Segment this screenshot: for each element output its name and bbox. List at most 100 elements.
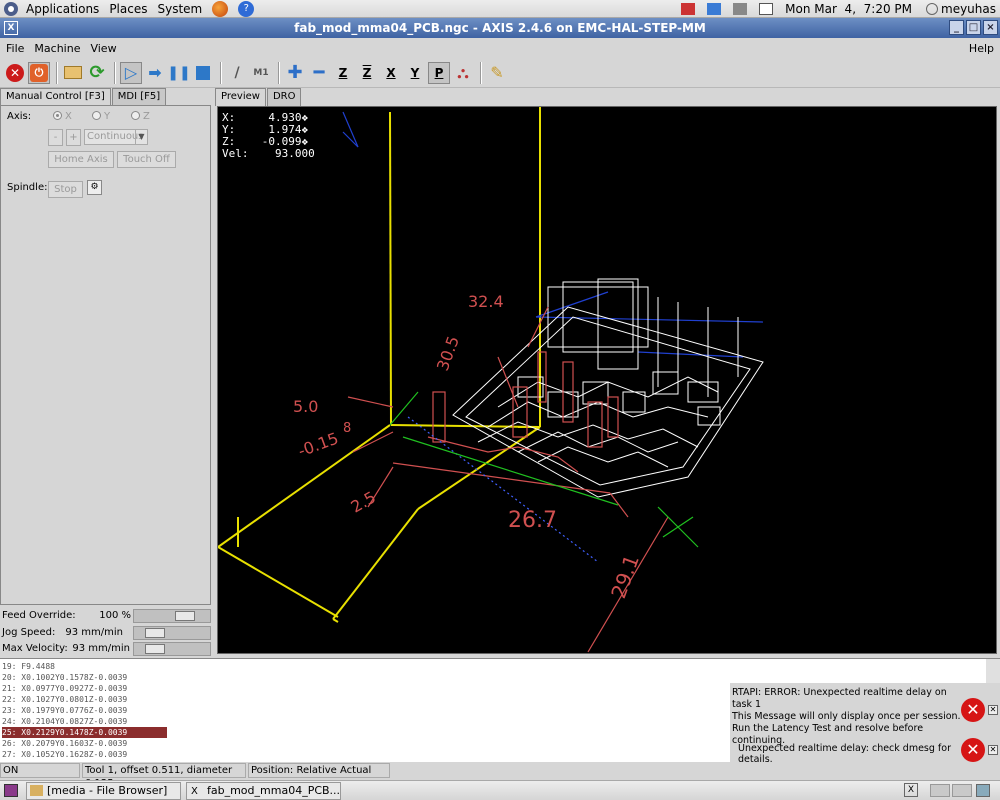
gcode-line[interactable]: 19: F9.4488 (2, 661, 167, 672)
jog-plus-button[interactable]: + (66, 129, 81, 146)
dim-2-5: 2.5 (348, 487, 380, 516)
firefox-icon[interactable] (212, 0, 229, 17)
gcode-line[interactable]: 27: X0.1052Y0.1628Z-0.0039 (2, 749, 167, 760)
axis-label: Axis: (7, 111, 32, 122)
workspace-1[interactable] (930, 784, 950, 797)
brake-checkbox[interactable]: ⚙ (87, 180, 102, 195)
error-icon: ✕ (961, 698, 985, 722)
menu-file[interactable]: File (6, 42, 24, 55)
jog-speed-knob[interactable] (145, 628, 165, 638)
rotate-icon[interactable]: ⛬ (452, 62, 474, 84)
network-icon[interactable] (681, 3, 696, 15)
view-x-icon[interactable]: X (380, 62, 402, 84)
menu-help[interactable]: Help (969, 42, 994, 55)
dropbox-icon[interactable] (707, 3, 722, 15)
user-name[interactable]: meyuhas (941, 2, 996, 16)
jog-mode-select[interactable]: Continuous ▼ (84, 129, 148, 145)
menubar: File Machine View Help (0, 38, 1000, 58)
dro-vel-value: 93.000 (275, 147, 315, 160)
applications-menu[interactable]: Applications (26, 2, 99, 16)
tab-mdi[interactable]: MDI [F5] (111, 88, 167, 106)
reload-icon[interactable]: ⟳ (86, 62, 108, 84)
folder-icon (30, 785, 43, 796)
jog-minus-button[interactable]: - (48, 129, 63, 146)
jog-speed-slider[interactable] (133, 626, 211, 640)
view-p-icon[interactable]: P (428, 61, 450, 84)
zoom-in-icon[interactable]: ✚ (284, 62, 306, 84)
tab-manual-control[interactable]: Manual Control [F3] (0, 88, 111, 106)
menu-view[interactable]: View (90, 42, 116, 55)
spindle-stop-button[interactable]: Stop (48, 181, 83, 198)
places-menu[interactable]: Places (109, 2, 147, 16)
error-message-1-line-1: RTAPI: ERROR: Unexpected realtime delay … (732, 687, 947, 710)
window-title: fab_mod_mma04_PCB.ngc - AXIS 2.4.6 on EM… (294, 21, 706, 35)
trash-icon[interactable] (976, 784, 990, 797)
feed-override-slider[interactable] (133, 609, 211, 623)
gcode-line[interactable]: 20: X0.1002Y0.1578Z-0.0039 (2, 672, 167, 683)
left-panel: Manual Control [F3] MDI [F5] Axis: X Y Z… (0, 88, 213, 658)
tab-dro[interactable]: DRO (266, 88, 302, 106)
maximize-icon[interactable]: □ (966, 20, 981, 35)
taskbar-axis[interactable]: Xfab_mod_mma04_PCB... (186, 782, 341, 800)
home-axis-button[interactable]: Home Axis (48, 151, 114, 168)
mail-icon[interactable] (759, 3, 774, 15)
gcode-line[interactable]: 21: X0.0977Y0.0927Z-0.0039 (2, 683, 167, 694)
max-velocity-row: Max Velocity: 93 mm/min (0, 641, 213, 657)
tab-preview[interactable]: Preview (215, 88, 266, 106)
optional-stop-icon[interactable]: M1 (250, 62, 272, 84)
view-z-icon[interactable]: Z (332, 62, 354, 84)
dro-vel-row: Vel: 93.000 (222, 148, 315, 160)
axis-app-icon: X (191, 786, 198, 797)
position-status: Position: Relative Actual (248, 763, 390, 778)
show-desktop-icon[interactable] (4, 784, 18, 797)
clock[interactable]: Mon Mar 4, 7:20 PM (785, 2, 912, 16)
touch-off-button[interactable]: Touch Off (117, 151, 176, 168)
run-icon[interactable]: ▷ (120, 61, 142, 84)
minimize-icon[interactable]: _ (949, 20, 964, 35)
axis-x-radio[interactable]: X (53, 111, 72, 122)
zoom-out-icon[interactable]: ━ (308, 62, 330, 84)
workspace-switcher-icon[interactable]: X (904, 783, 918, 797)
dim-32-4: 32.4 (468, 292, 504, 311)
max-velocity-slider[interactable] (133, 642, 211, 656)
taskbar-file-browser[interactable]: [media - File Browser] (26, 782, 181, 800)
app-menu-icon[interactable]: X (4, 21, 18, 35)
gcode-line[interactable]: 23: X0.1979Y0.0776Z-0.0039 (2, 705, 167, 716)
spindle-label: Spindle: (7, 182, 48, 193)
stop-icon[interactable] (192, 62, 214, 84)
toolpath-preview[interactable]: 32.4 30.5 5.0 -0.15 8 2.5 26.7 29.1 X: 4… (217, 106, 997, 654)
error-message-1-line-2: This Message will only display once per … (732, 711, 961, 722)
gcode-line[interactable]: 26: X0.2079Y0.1603Z-0.0039 (2, 738, 167, 749)
tool-status: Tool 1, offset 0.511, diameter 0.125 (82, 763, 246, 789)
dismiss-error-2-button[interactable]: ✕ (988, 745, 998, 755)
pause-icon[interactable]: ❚❚ (167, 62, 190, 84)
gnome-foot-icon[interactable] (4, 1, 18, 16)
clear-plot-icon[interactable]: ✎ (486, 62, 508, 84)
close-icon[interactable]: × (983, 20, 998, 35)
max-velocity-knob[interactable] (145, 644, 165, 654)
help-icon[interactable]: ? (238, 0, 255, 17)
volume-icon[interactable] (733, 3, 748, 15)
dim-30-5: 30.5 (433, 333, 463, 373)
dim-8: 8 (343, 421, 351, 436)
skip-blocks-icon[interactable]: / (226, 62, 248, 84)
feed-override-knob[interactable] (175, 611, 195, 621)
axis-y-radio[interactable]: Y (92, 111, 110, 122)
view-z2-icon[interactable]: Z (356, 62, 378, 84)
gcode-line[interactable]: 22: X0.1027Y0.0801Z-0.0039 (2, 694, 167, 705)
system-menu[interactable]: System (157, 2, 202, 16)
step-icon[interactable]: ➡ (144, 62, 166, 84)
menu-machine[interactable]: Machine (34, 42, 80, 55)
dismiss-error-1-button[interactable]: ✕ (988, 705, 998, 715)
jog-speed-value: 93 mm/min (65, 627, 123, 638)
gcode-line[interactable]: 24: X0.2104Y0.0827Z-0.0039 (2, 716, 167, 727)
gcode-line[interactable]: 25: X0.2129Y0.1478Z-0.0039 (2, 727, 167, 738)
view-y-icon[interactable]: Y (404, 62, 426, 84)
open-file-icon[interactable] (62, 62, 84, 84)
power-icon[interactable]: ⏻ (28, 61, 50, 84)
axis-z-radio[interactable]: Z (131, 111, 150, 122)
estop-icon[interactable]: ✕ (4, 62, 26, 84)
workspace-2[interactable] (952, 784, 972, 797)
top-panel: Applications Places System ? Mon Mar 4, … (0, 0, 1000, 18)
window-titlebar[interactable]: X fab_mod_mma04_PCB.ngc - AXIS 2.4.6 on … (0, 18, 1000, 38)
